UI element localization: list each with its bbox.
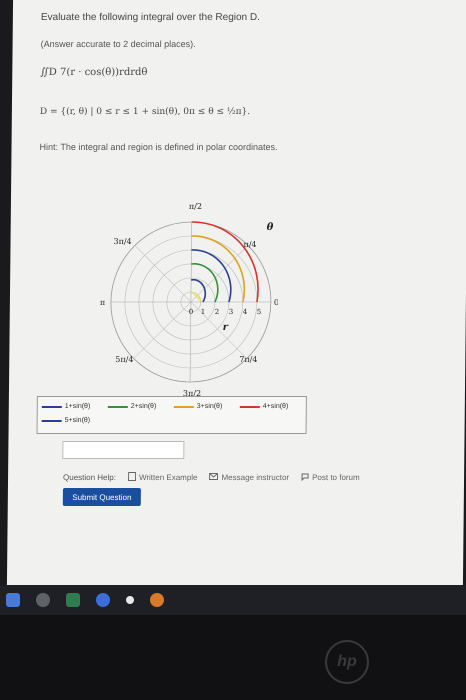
- label-pi: π: [100, 298, 105, 307]
- radial-tick-5: 5: [257, 308, 262, 316]
- legend-label: 3+sin(θ): [196, 403, 223, 410]
- taskbar: [0, 585, 466, 615]
- legend-swatch: [41, 419, 62, 422]
- label-pi-over-4: π/4: [243, 240, 256, 249]
- legend-label: 5+sin(θ): [64, 417, 91, 424]
- radial-tick-4: 4: [243, 308, 248, 316]
- speech-bubble-icon: [301, 473, 309, 483]
- question-help-label: Question Help:: [63, 473, 117, 482]
- question-title: Evaluate the following integral over the…: [40, 12, 260, 23]
- radial-tick-3: 3: [229, 308, 234, 316]
- submit-question-button[interactable]: Submit Question: [62, 488, 141, 506]
- legend-item: 4+sin(θ): [239, 403, 289, 410]
- r-axis-label: r: [223, 322, 229, 333]
- written-example-link[interactable]: Written Example: [127, 472, 198, 483]
- integral-expression: ∬D 7(r · cos(θ))rdrdθ: [40, 67, 148, 78]
- app-dot-icon[interactable]: [126, 596, 134, 604]
- app-orange-icon[interactable]: [150, 593, 164, 607]
- envelope-icon: [209, 473, 219, 482]
- theta-label: θ: [267, 222, 274, 233]
- legend-label: 2+sin(θ): [130, 403, 157, 410]
- written-example-label: Written Example: [138, 473, 198, 482]
- legend-swatch: [173, 405, 194, 408]
- radial-tick-0: 0: [189, 308, 194, 316]
- polar-plot: π/2 3π/4 π/4 θ π 0 5π/4 7π/4 3π/2 0 1 2 …: [100, 202, 279, 398]
- label-3pi-over-4: 3π/4: [113, 237, 131, 246]
- plot-legend: 1+sin(θ) 2+sin(θ) 3+sin(θ) 4+sin(θ) 5+si…: [36, 396, 307, 434]
- legend-label: 4+sin(θ): [262, 403, 289, 410]
- question-help-row: Question Help: Written Example Message i…: [63, 472, 360, 483]
- region-expression: D = {(r, θ) | 0 ≤ r ≤ 1 + sin(θ), 0π ≤ θ…: [39, 107, 251, 117]
- question-subtitle: (Answer accurate to 2 decimal places).: [40, 39, 196, 49]
- radial-tick-1: 1: [201, 308, 206, 316]
- launcher-icon[interactable]: [6, 593, 20, 607]
- hp-logo: hp: [325, 640, 369, 684]
- legend-item: 1+sin(θ): [41, 403, 91, 410]
- label-zero: 0: [274, 298, 279, 307]
- laptop-bezel: [0, 615, 466, 700]
- label-7pi-over-4: 7π/4: [239, 355, 257, 364]
- legend-item: 5+sin(θ): [41, 417, 91, 424]
- message-instructor-label: Message instructor: [221, 473, 290, 482]
- chrome-icon[interactable]: [96, 593, 110, 607]
- legend-item: 2+sin(θ): [107, 403, 157, 410]
- label-5pi-over-4: 5π/4: [115, 355, 133, 364]
- radial-tick-2: 2: [215, 308, 220, 316]
- legend-swatch: [41, 405, 62, 408]
- post-to-forum-link[interactable]: Post to forum: [301, 473, 360, 483]
- document-icon: [127, 472, 137, 483]
- browser-screen: Evaluate the following integral over the…: [6, 0, 466, 585]
- legend-label: 1+sin(θ): [64, 403, 91, 410]
- message-instructor-link[interactable]: Message instructor: [209, 473, 289, 482]
- label-pi-over-2: π/2: [189, 202, 202, 211]
- legend-swatch: [239, 405, 260, 408]
- hint-text: Hint: The integral and region is defined…: [39, 142, 278, 152]
- files-icon[interactable]: [36, 593, 50, 607]
- post-to-forum-label: Post to forum: [312, 473, 360, 482]
- legend-item: 3+sin(θ): [173, 403, 223, 410]
- classroom-icon[interactable]: [66, 593, 80, 607]
- answer-input[interactable]: [62, 441, 185, 459]
- legend-swatch: [107, 405, 128, 408]
